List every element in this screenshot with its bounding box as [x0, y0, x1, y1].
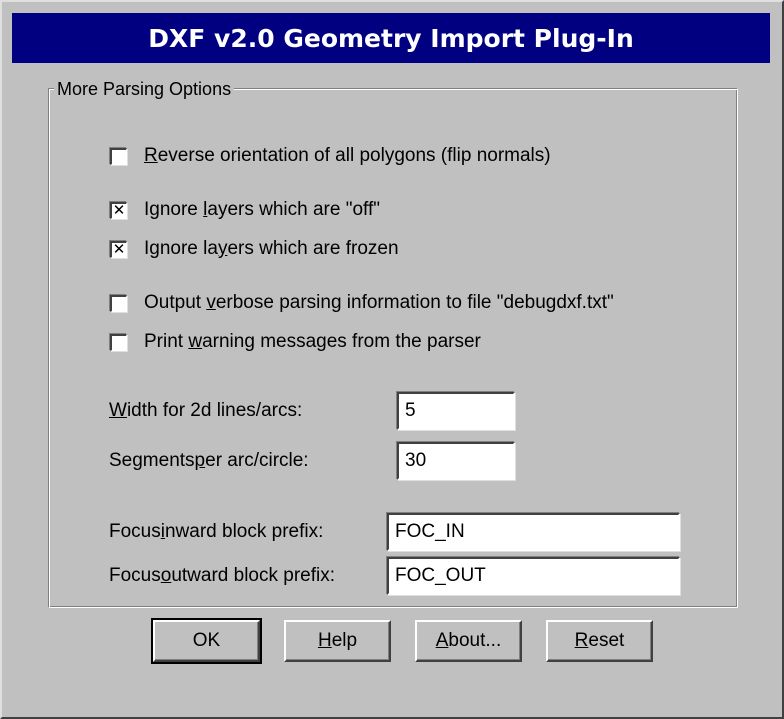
ignore-off-layers-checkbox[interactable]: ✕ — [110, 201, 127, 219]
verbose-output-checkbox[interactable] — [110, 294, 127, 312]
ok-button[interactable]: OK — [151, 618, 262, 664]
ignore-frozen-layers-label: Ignore layers which are frozen — [144, 238, 399, 259]
reverse-orientation-option[interactable]: Reverse orientation of all polygons (fli… — [110, 143, 551, 169]
segments-input[interactable] — [397, 442, 515, 480]
title-bar[interactable]: DXF v2.0 Geometry Import Plug-In — [12, 13, 770, 63]
help-button[interactable]: Help — [284, 620, 391, 662]
segments-label: Segments p er arc/circle: — [109, 450, 309, 471]
reset-button-label: Reset — [574, 630, 625, 651]
reverse-orientation-label: Reverse orientation of all polygons (fli… — [144, 145, 551, 166]
focus-outward-input[interactable] — [387, 557, 680, 595]
verbose-output-option[interactable]: Output verbose parsing information to fi… — [110, 290, 614, 316]
window-title: DXF v2.0 Geometry Import Plug-In — [148, 23, 634, 53]
verbose-output-label: Output verbose parsing information to fi… — [144, 292, 614, 313]
focus-outward-label: Focus o utward block prefix: — [109, 565, 336, 586]
print-warnings-option[interactable]: Print warning messages from the parser — [110, 329, 481, 355]
print-warnings-label: Print warning messages from the parser — [144, 331, 481, 352]
about-button-label: About... — [435, 630, 502, 651]
print-warnings-checkbox[interactable] — [110, 333, 127, 351]
reset-button[interactable]: Reset — [546, 620, 653, 662]
group-legend: More Parsing Options — [54, 78, 235, 100]
ignore-off-layers-option[interactable]: ✕ Ignore layers which are "off" — [110, 197, 380, 223]
dialog-window: DXF v2.0 Geometry Import Plug-In More Pa… — [0, 0, 784, 719]
focus-inward-label: Focus i nward block prefix: — [109, 521, 324, 542]
width-label: Width for 2d lines/arcs: — [109, 400, 303, 421]
ignore-off-layers-label: Ignore layers which are "off" — [144, 199, 380, 220]
ignore-frozen-layers-checkbox[interactable]: ✕ — [110, 240, 127, 258]
ok-button-label: OK — [192, 630, 221, 651]
help-button-label: Help — [317, 630, 358, 651]
ignore-frozen-layers-option[interactable]: ✕ Ignore layers which are frozen — [110, 236, 399, 262]
focus-inward-input[interactable] — [387, 513, 680, 551]
reverse-orientation-checkbox[interactable] — [110, 147, 127, 165]
about-button[interactable]: About... — [415, 620, 522, 662]
width-input[interactable] — [397, 392, 515, 430]
